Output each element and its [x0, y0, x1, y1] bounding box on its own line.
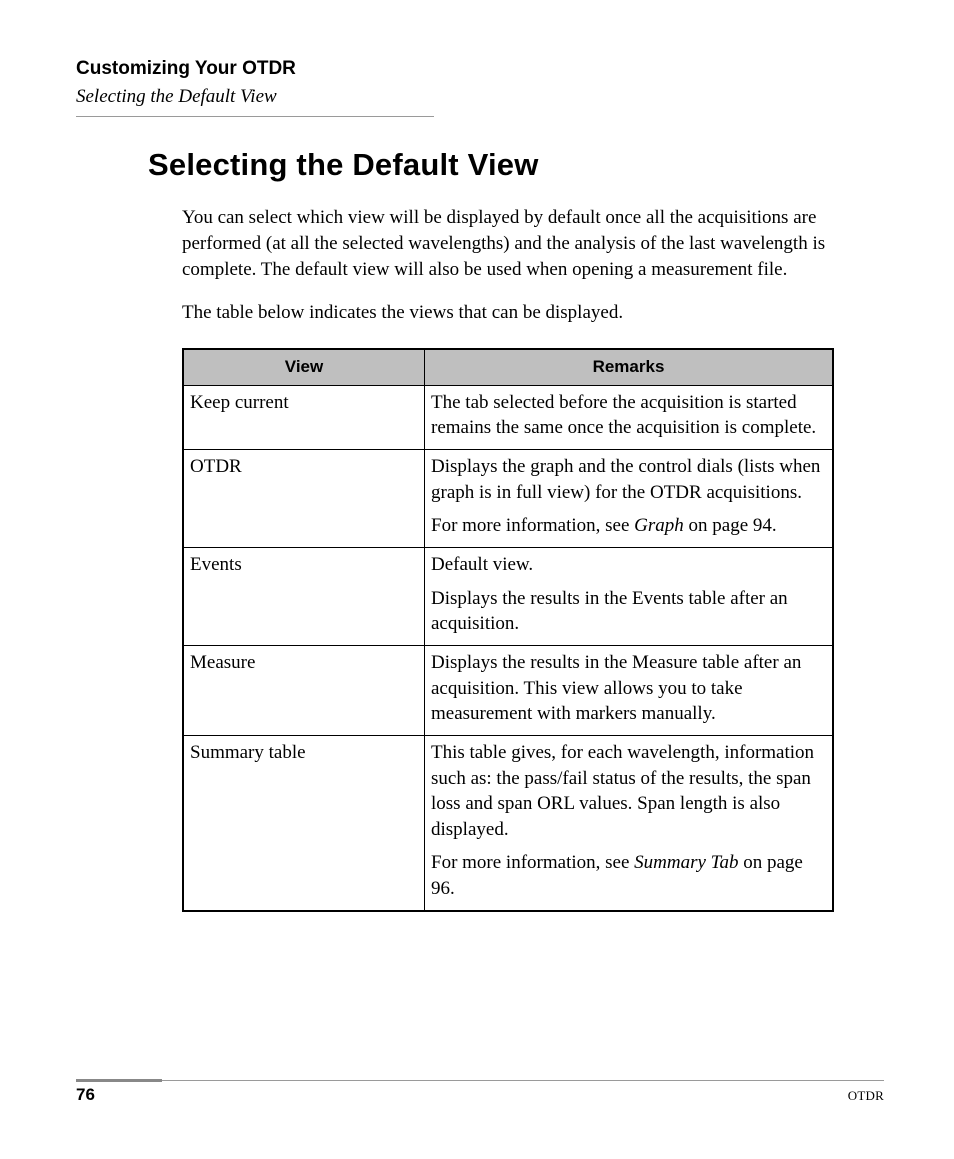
remarks-text: The tab selected before the acquisition … [431, 390, 826, 441]
cell-view: Summary table [183, 735, 425, 910]
cross-ref: Graph [634, 515, 684, 536]
text: on page 94. [684, 515, 777, 536]
page-footer: 76 OTDR [76, 1080, 884, 1105]
remarks-text: Displays the results in the Events table… [431, 586, 826, 637]
header-rule [76, 116, 434, 117]
cell-view: Measure [183, 645, 425, 735]
cell-remarks: This table gives, for each wavelength, i… [425, 735, 834, 910]
cell-view: Keep current [183, 385, 425, 449]
table-row: Measure Displays the results in the Meas… [183, 645, 833, 735]
footer-rule [76, 1080, 884, 1081]
cell-view: Events [183, 548, 425, 646]
page-header: Customizing Your OTDR Selecting the Defa… [76, 58, 878, 117]
text: For more information, see [431, 852, 634, 873]
header-section-title: Selecting the Default View [76, 86, 878, 108]
remarks-text: For more information, see Summary Tab on… [431, 850, 826, 901]
views-table: View Remarks Keep current The tab select… [182, 348, 834, 912]
text: For more information, see [431, 515, 634, 536]
table-header-view: View [183, 349, 425, 385]
cell-remarks: Displays the results in the Measure tabl… [425, 645, 834, 735]
page-number: 76 [76, 1085, 95, 1105]
remarks-text: Displays the results in the Measure tabl… [431, 650, 826, 727]
table-row: OTDR Displays the graph and the control … [183, 450, 833, 548]
table-row: Summary table This table gives, for each… [183, 735, 833, 910]
page: Customizing Your OTDR Selecting the Defa… [0, 0, 954, 1159]
page-title: Selecting the Default View [148, 147, 878, 183]
remarks-text: This table gives, for each wavelength, i… [431, 740, 826, 843]
doc-short-title: OTDR [848, 1088, 884, 1104]
chapter-title: Customizing Your OTDR [76, 58, 878, 80]
remarks-text: For more information, see Graph on page … [431, 513, 826, 539]
cell-remarks: Displays the graph and the control dials… [425, 450, 834, 548]
table-row: Events Default view. Displays the result… [183, 548, 833, 646]
paragraph: The table below indicates the views that… [182, 300, 836, 326]
cross-ref: Summary Tab [634, 852, 738, 873]
remarks-text: Default view. [431, 552, 826, 578]
paragraph: You can select which view will be displa… [182, 205, 836, 284]
table-row: Keep current The tab selected before the… [183, 385, 833, 449]
cell-remarks: The tab selected before the acquisition … [425, 385, 834, 449]
cell-view: OTDR [183, 450, 425, 548]
body-text: You can select which view will be displa… [182, 205, 836, 326]
cell-remarks: Default view. Displays the results in th… [425, 548, 834, 646]
table-header-row: View Remarks [183, 349, 833, 385]
remarks-text: Displays the graph and the control dials… [431, 454, 826, 505]
table-header-remarks: Remarks [425, 349, 834, 385]
